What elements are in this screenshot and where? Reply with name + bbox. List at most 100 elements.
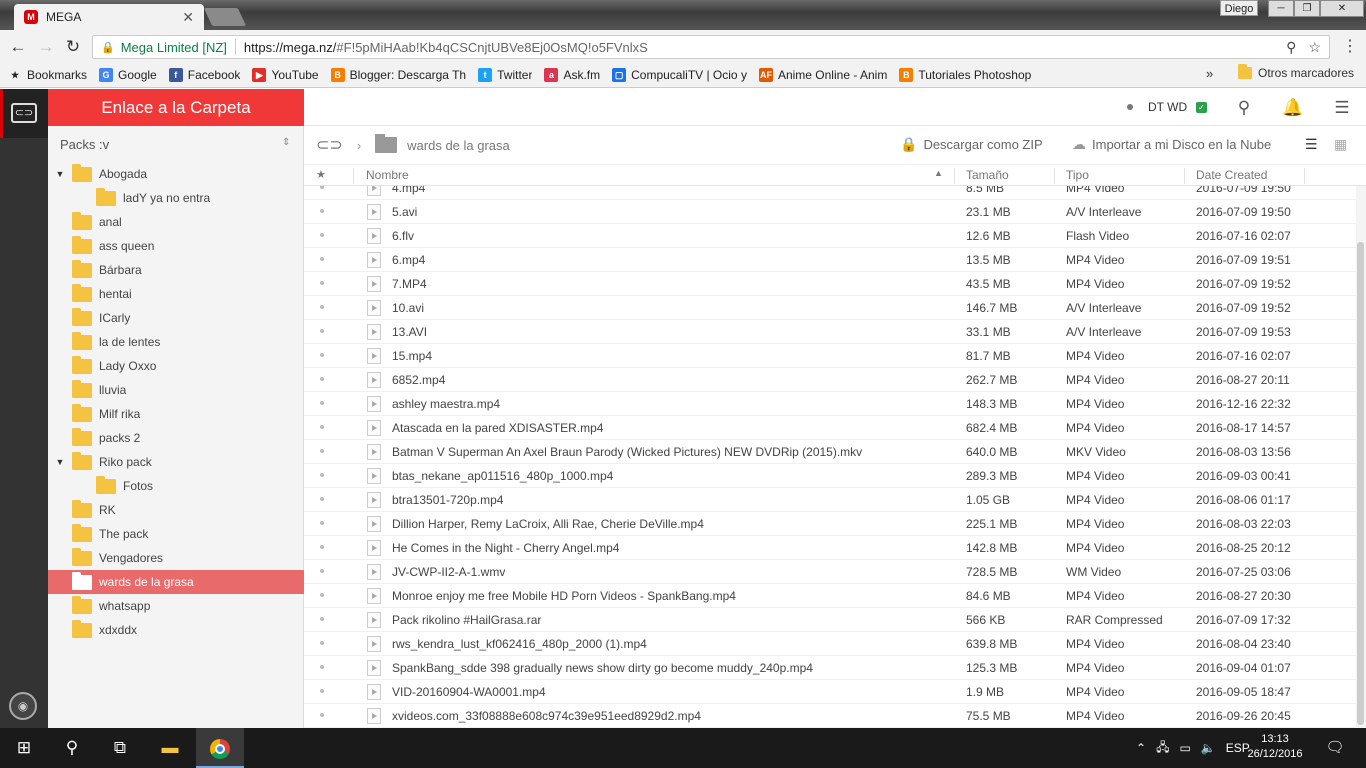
file-row[interactable]: btas_nekane_ap011516_480p_1000.mp4 289.3 … (304, 464, 1356, 488)
caret-down-icon[interactable]: ▼ (54, 457, 66, 467)
bookmark-item[interactable]: a Ask.fm (544, 68, 600, 82)
tree-folder[interactable]: lluvia (48, 378, 304, 402)
window-close-button[interactable]: ✕ (1320, 0, 1364, 17)
other-bookmarks[interactable]: Otros marcadores (1238, 64, 1354, 80)
back-icon[interactable]: ← (7, 36, 29, 58)
download-zip-button[interactable]: 🔒 Descargar como ZIP (900, 136, 1043, 153)
windows-start-icon[interactable]: ⊞ (0, 728, 48, 768)
tree-folder[interactable]: Vengadores (48, 546, 304, 570)
tree-folder[interactable]: ass queen (48, 234, 304, 258)
file-row[interactable]: Pack rikolino #HailGrasa.rar 566 KB RAR Co… (304, 608, 1356, 632)
tree-folder[interactable]: ▼ Abogada (48, 162, 304, 186)
tree-folder[interactable]: RK (48, 498, 304, 522)
chrome-taskbar-button[interactable] (196, 728, 244, 768)
bookmark-item[interactable]: B Tutoriales Photoshop (899, 68, 1031, 82)
account-name[interactable]: DT WD (1148, 100, 1187, 114)
bookmark-item[interactable]: G Google (99, 68, 157, 82)
bookmark-item[interactable]: ▢ CompucaliTV | Ocio y (612, 68, 747, 82)
task-view-icon[interactable]: ⧉ (96, 728, 144, 768)
bookmark-item[interactable]: t Twitter (478, 68, 532, 82)
file-row[interactable]: He Comes in the Night - Cherry Angel.mp4… (304, 536, 1356, 560)
volume-icon[interactable]: 🔈 (1201, 741, 1216, 755)
bookmark-item[interactable]: B Blogger: Descarga Th (330, 68, 466, 82)
notification-center-icon[interactable]: 🗨 (1320, 728, 1350, 768)
file-row[interactable]: Atascada en la pared XDISASTER.mp4 682.4 … (304, 416, 1356, 440)
file-row[interactable]: xvideos.com_33f08888e608c974c39e951eed89… (304, 704, 1356, 728)
file-row[interactable]: Batman V Superman An Axel Braun Parody (… (304, 440, 1356, 464)
key-icon[interactable]: ⚲ (1286, 39, 1296, 56)
scrollbar-thumb[interactable] (1357, 242, 1364, 725)
file-row[interactable]: VID-20160904-WA0001.mp4 1.9 MB MP4 Video 20… (304, 680, 1356, 704)
file-explorer-icon[interactable]: ▬ (146, 728, 194, 768)
address-bar[interactable]: 🔒 Mega Limited [NZ] https://mega.nz/ #F!… (92, 35, 1330, 59)
search-icon[interactable]: ⚲ (48, 728, 96, 768)
list-view-icon[interactable]: ☰ (1305, 136, 1321, 152)
file-row[interactable]: btra13501-720p.mp4 1.05 GB MP4 Video 2016-0… (304, 488, 1356, 512)
restore-button[interactable]: ❐ (1294, 0, 1320, 17)
minimize-button[interactable]: ─ (1268, 0, 1294, 17)
bookmark-item[interactable]: ▶ YouTube (252, 68, 319, 82)
file-row[interactable]: JV-CWP-II2-A-1.wmv 728.5 MB WM Video 2016-0… (304, 560, 1356, 584)
tree-folder[interactable]: The pack (48, 522, 304, 546)
tree-folder[interactable]: la de lentes (48, 330, 304, 354)
file-row[interactable]: 5.avi 23.1 MB A/V Interleave 2016-07-09 19:… (304, 200, 1356, 224)
reload-icon[interactable]: ↻ (62, 36, 84, 58)
bookmark-star-icon[interactable]: ☆ (1308, 39, 1321, 56)
file-row[interactable]: 4.mp4 8.5 MB MP4 Video 2016-07-09 19:50 (304, 186, 1356, 200)
sort-up-icon[interactable]: ▲ (934, 168, 943, 178)
tree-folder[interactable]: ladY ya no entra (48, 186, 304, 210)
bookmark-item[interactable]: AF Anime Online - Anim (758, 68, 887, 82)
mega-menu-icon[interactable]: ◉ (9, 692, 37, 720)
tab-close-icon[interactable]: ✕ (182, 9, 194, 26)
bookmark-item[interactable]: f Facebook (168, 68, 240, 82)
tree-folder[interactable]: ICarly (48, 306, 304, 330)
clock[interactable]: 13:13 26/12/2016 (1240, 732, 1310, 762)
tree-folder[interactable]: xdxddx (48, 618, 304, 642)
browser-tab-content[interactable]: M MEGA ✕ (14, 4, 204, 30)
link-icon[interactable]: ⊂⊃ (11, 103, 37, 123)
sort-arrows-icon[interactable]: ⇕ (282, 137, 290, 148)
breadcrumb-folder[interactable]: wards de la grasa (407, 138, 510, 153)
search-icon[interactable]: ⚲ (1232, 96, 1256, 120)
file-row[interactable]: 10.avi 146.7 MB A/V Interleave 2016-07-09 1… (304, 296, 1356, 320)
file-row[interactable]: 13.AVI 33.1 MB A/V Interleave 2016-07-09 19… (304, 320, 1356, 344)
tree-folder[interactable]: Milf rika (48, 402, 304, 426)
import-cloud-button[interactable]: ☁ Importar a mi Disco en la Nube (1072, 136, 1271, 153)
file-row[interactable]: 7.MP4 43.5 MB MP4 Video 2016-07-09 19:52 (304, 272, 1356, 296)
tree-folder[interactable]: wards de la grasa (48, 570, 304, 594)
bookmarks-overflow-button[interactable]: » (1206, 66, 1213, 81)
tree-folder[interactable]: whatsapp (48, 594, 304, 618)
file-row[interactable]: rws_kendra_lust_kf062416_480p_2000 (1).m… (304, 632, 1356, 656)
tree-folder[interactable]: hentai (48, 282, 304, 306)
file-row[interactable]: 6852.mp4 262.7 MB MP4 Video 2016-08-27 20:1… (304, 368, 1356, 392)
tree-folder[interactable]: packs 2 (48, 426, 304, 450)
tree-folder[interactable]: Fotos (48, 474, 304, 498)
tree-folder[interactable]: Bárbara (48, 258, 304, 282)
star-column-icon[interactable]: ★ (316, 168, 326, 181)
chevron-up-icon[interactable]: ⌃ (1136, 741, 1146, 755)
column-header-size[interactable]: Tamaño (966, 168, 1009, 182)
caret-down-icon[interactable]: ▼ (54, 169, 66, 179)
file-row[interactable]: Monroe enjoy me free Mobile HD Porn Vide… (304, 584, 1356, 608)
file-row[interactable]: ashley maestra.mp4 148.3 MB MP4 Video 2016-… (304, 392, 1356, 416)
browser-menu-icon[interactable]: ⋮ (1342, 36, 1358, 58)
file-row[interactable]: SpankBang_sdde 398 gradually news show d… (304, 656, 1356, 680)
forward-icon[interactable]: → (35, 36, 57, 58)
column-header-date[interactable]: Date Created (1196, 168, 1267, 182)
hamburger-menu-icon[interactable]: ☰ (1330, 96, 1354, 120)
tree-folder[interactable]: anal (48, 210, 304, 234)
profile-button[interactable]: Diego (1220, 0, 1258, 16)
tree-root-label[interactable]: Packs :v (60, 137, 109, 152)
bell-icon[interactable]: 🔔 (1281, 96, 1305, 120)
tree-folder[interactable]: ▼ Riko pack (48, 450, 304, 474)
battery-icon[interactable]: ▭ (1179, 741, 1190, 755)
grid-view-icon[interactable]: ▦ (1334, 136, 1350, 152)
file-row[interactable]: 6.mp4 13.5 MB MP4 Video 2016-07-09 19:51 (304, 248, 1356, 272)
column-header-name[interactable]: Nombre (366, 168, 409, 182)
bookmark-item[interactable]: ★ Bookmarks (8, 68, 87, 82)
link-icon[interactable]: ⊂⊃ (316, 135, 343, 155)
tree-folder[interactable]: Lady Oxxo (48, 354, 304, 378)
file-row[interactable]: Dillion Harper, Remy LaCroix, Alli Rae, … (304, 512, 1356, 536)
column-header-type[interactable]: Tipo (1066, 168, 1089, 182)
network-icon[interactable]: 🖧 (1156, 738, 1169, 759)
